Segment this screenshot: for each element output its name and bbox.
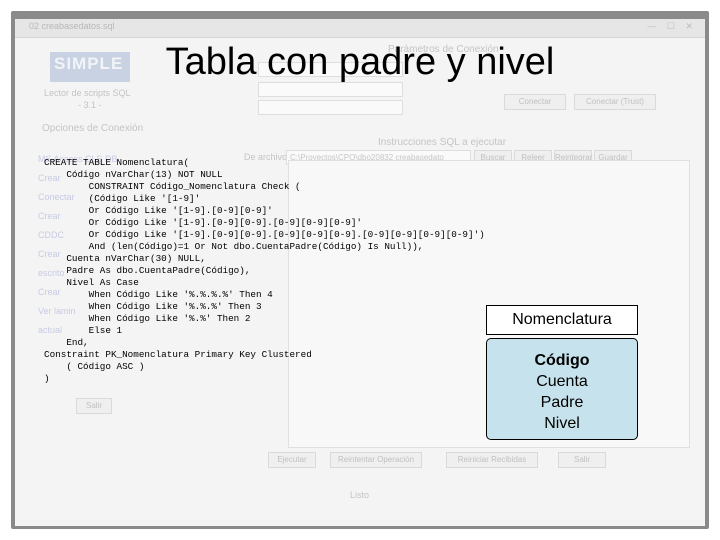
connection-options-title: Opciones de Conexión — [42, 123, 144, 134]
code-line: CONSTRAINT Código_Nomenclatura Check ( — [44, 181, 301, 192]
entity-primary-key: Código — [534, 352, 590, 369]
code-line: When Código Like '%.%' Then 2 — [44, 313, 251, 324]
code-line: When Código Like '%.%.%.%' Then 4 — [44, 289, 273, 300]
entity-attribute: Nivel — [544, 415, 580, 432]
code-line: Or Código Like '[1-9].[0-9][0-9].[0-9][0… — [44, 229, 485, 240]
window-titlebar: 02 creabasedatos.sql — ☐ ✕ — [15, 19, 705, 38]
entity-attribute: Padre — [540, 394, 584, 411]
code-line: When Código Like '%.%.%' Then 3 — [44, 301, 262, 312]
connect-button[interactable]: Conectar — [504, 94, 566, 110]
code-line: Or Código Like '[1-9].[0-9][0-9].[0-9][0… — [44, 217, 363, 228]
status-footer: Listo — [350, 490, 370, 500]
execute-button[interactable]: Ejecutar — [268, 452, 316, 468]
exit-button-left[interactable]: Salir — [76, 398, 112, 414]
code-line: Cuenta nVarChar(30) NULL, — [44, 253, 206, 264]
entity-attribute: Cuenta — [536, 373, 588, 390]
code-line: CREATE TABLE Nomenclatura( — [44, 157, 190, 168]
logo-subtitle: Lector de scripts SQL — [44, 88, 131, 98]
code-line: Else 1 — [44, 325, 123, 336]
code-line: ) — [44, 373, 50, 384]
window-controls[interactable]: — ☐ ✕ — [647, 21, 697, 32]
code-line: And (len(Código)=1 Or Not dbo.CuentaPadr… — [44, 241, 424, 252]
password-field[interactable] — [258, 100, 403, 115]
code-line: Código nVarChar(13) NOT NULL — [44, 169, 223, 180]
entity-name: Nomenclatura — [486, 305, 638, 335]
connect-trust-button[interactable]: Conectar (Trust) — [574, 94, 656, 110]
code-line: End, — [44, 337, 89, 348]
sql-code-block: CREATE TABLE Nomenclatura( Código nVarCh… — [44, 157, 485, 385]
slide-title: Tabla con padre y nivel — [165, 41, 555, 83]
retry-operation-button[interactable]: Reintentar Operación — [330, 452, 422, 468]
code-line: (Código Like '[1-9]' — [44, 193, 201, 204]
code-line: ( Código ASC ) — [44, 361, 145, 372]
window-title: 02 creabasedatos.sql — [29, 21, 115, 31]
sql-instructions-title: Instrucciones SQL a ejecutar — [378, 137, 507, 148]
exit-button[interactable]: Salir — [558, 452, 606, 468]
logo-version: - 3.1 - — [78, 100, 102, 110]
code-line: Or Código Like '[1-9].[0-9][0-9]' — [44, 205, 273, 216]
code-line: Padre As dbo.CuentaPadre(Código), — [44, 265, 251, 276]
code-line: Constraint PK_Nomenclatura Primary Key C… — [44, 349, 312, 360]
reset-received-button[interactable]: Reiniciar Recibidas — [446, 452, 538, 468]
code-line: Nivel As Case — [44, 277, 139, 288]
entity-attributes-box: Código Cuenta Padre Nivel — [486, 338, 638, 440]
